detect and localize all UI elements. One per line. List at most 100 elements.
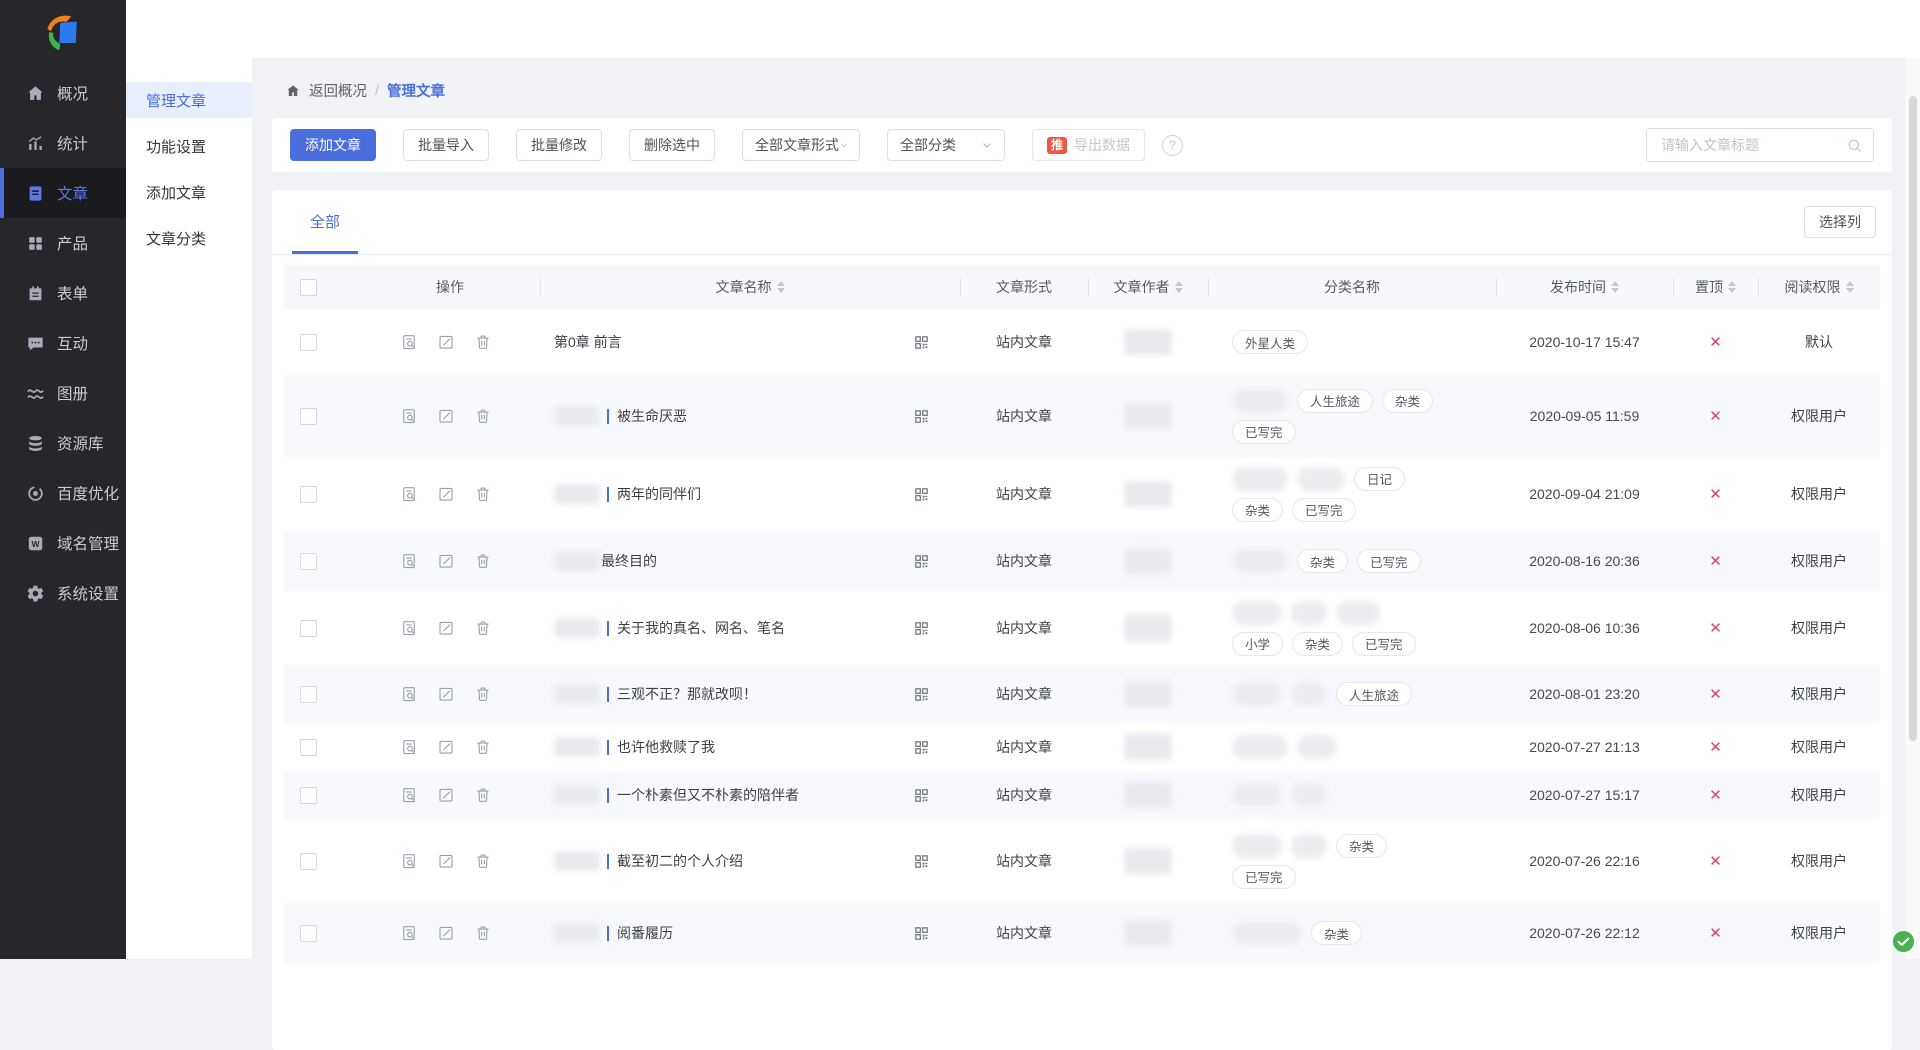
submenu-item-3[interactable]: 添加文章	[126, 174, 252, 210]
article-title: 三观不正？那就改呗！	[617, 684, 757, 704]
select-all-checkbox[interactable]	[300, 279, 317, 296]
row-actions-cell	[360, 903, 540, 963]
qr-code-icon[interactable]	[913, 334, 930, 351]
sort-carets-icon[interactable]	[1846, 281, 1854, 293]
preview-icon[interactable]	[400, 685, 418, 703]
delete-icon[interactable]	[474, 685, 492, 703]
preview-icon[interactable]	[400, 485, 418, 503]
safety-check-badge-icon[interactable]	[1892, 930, 1915, 953]
preview-icon[interactable]	[400, 738, 418, 756]
edit-icon[interactable]	[437, 852, 455, 870]
sort-carets-icon[interactable]	[1728, 281, 1736, 293]
qr-code-icon[interactable]	[913, 486, 930, 503]
qr-code-icon[interactable]	[913, 739, 930, 756]
sidebar-item-8[interactable]: 资源库	[0, 418, 126, 468]
edit-icon[interactable]	[437, 552, 455, 570]
scrollbar-thumb[interactable]	[1909, 96, 1917, 741]
row-checkbox[interactable]	[300, 620, 317, 637]
row-select-cell	[284, 591, 360, 665]
preview-icon[interactable]	[400, 852, 418, 870]
redacted-text	[554, 684, 600, 704]
qr-code-icon[interactable]	[913, 686, 930, 703]
submenu-item-1[interactable]: 管理文章	[126, 82, 252, 118]
edit-icon[interactable]	[437, 407, 455, 425]
delete-icon[interactable]	[474, 552, 492, 570]
help-icon[interactable]: ?	[1162, 135, 1183, 156]
article-title: 最终目的	[601, 551, 657, 571]
qr-code-icon[interactable]	[913, 620, 930, 637]
sidebar-item-1[interactable]: 概况	[0, 68, 126, 118]
delete-icon[interactable]	[474, 407, 492, 425]
delete-icon[interactable]	[474, 924, 492, 942]
qr-code-icon[interactable]	[913, 787, 930, 804]
batch-edit-button[interactable]: 批量修改	[516, 129, 602, 161]
article-form-filter-select[interactable]: 全部文章形式	[742, 129, 860, 161]
qr-code-icon[interactable]	[913, 925, 930, 942]
row-checkbox[interactable]	[300, 553, 317, 570]
preview-icon[interactable]	[400, 619, 418, 637]
batch-import-button[interactable]: 批量导入	[403, 129, 489, 161]
row-checkbox[interactable]	[300, 853, 317, 870]
app-logo-icon[interactable]	[41, 10, 85, 54]
edit-icon[interactable]	[437, 924, 455, 942]
sidebar-item-2[interactable]: 统计	[0, 118, 126, 168]
edit-icon[interactable]	[437, 786, 455, 804]
category-filter-select[interactable]: 全部分类	[887, 129, 1005, 161]
tab-all[interactable]: 全部	[292, 190, 358, 253]
qr-code-icon[interactable]	[913, 553, 930, 570]
delete-icon[interactable]	[474, 738, 492, 756]
export-data-button[interactable]: 推 导出数据	[1032, 129, 1145, 161]
edit-icon[interactable]	[437, 685, 455, 703]
preview-icon[interactable]	[400, 552, 418, 570]
edit-icon[interactable]	[437, 738, 455, 756]
read-permission-cell: 权限用户	[1758, 819, 1880, 903]
delete-selected-button[interactable]: 删除选中	[629, 129, 715, 161]
preview-icon[interactable]	[400, 786, 418, 804]
row-checkbox[interactable]	[300, 486, 317, 503]
submenu-item-4[interactable]: 文章分类	[126, 220, 252, 256]
delete-icon[interactable]	[474, 619, 492, 637]
sidebar-item-11[interactable]: 系统设置	[0, 568, 126, 618]
sidebar-item-3[interactable]: 文章	[0, 168, 126, 218]
row-checkbox[interactable]	[300, 334, 317, 351]
row-actions-cell	[360, 531, 540, 591]
submenu-item-2[interactable]: 功能设置	[126, 128, 252, 164]
sort-carets-icon[interactable]	[777, 281, 785, 293]
sidebar-item-9[interactable]: 百度优化	[0, 468, 126, 518]
qr-code-icon[interactable]	[913, 853, 930, 870]
delete-icon[interactable]	[474, 485, 492, 503]
preview-icon[interactable]	[400, 333, 418, 351]
preview-icon[interactable]	[400, 407, 418, 425]
redacted-tag	[1232, 389, 1288, 413]
row-checkbox[interactable]	[300, 686, 317, 703]
column-header: 分类名称	[1208, 265, 1496, 309]
sidebar-item-10[interactable]: W域名管理	[0, 518, 126, 568]
sidebar-item-5[interactable]: 表单	[0, 268, 126, 318]
sort-carets-icon[interactable]	[1175, 281, 1183, 293]
row-checkbox[interactable]	[300, 739, 317, 756]
edit-icon[interactable]	[437, 485, 455, 503]
choose-columns-button[interactable]: 选择列	[1804, 206, 1876, 238]
row-checkbox[interactable]	[300, 787, 317, 804]
row-select-cell	[284, 723, 360, 771]
delete-icon[interactable]	[474, 333, 492, 351]
sidebar-item-7[interactable]: 图册	[0, 368, 126, 418]
breadcrumb-back-link[interactable]: 返回概况	[309, 80, 367, 101]
edit-icon[interactable]	[437, 619, 455, 637]
sidebar-item-4[interactable]: 产品	[0, 218, 126, 268]
preview-icon[interactable]	[400, 924, 418, 942]
sidebar-item-label: 互动	[57, 332, 88, 354]
delete-icon[interactable]	[474, 786, 492, 804]
sort-carets-icon[interactable]	[1611, 281, 1619, 293]
category-tag: 人生旅途	[1297, 389, 1373, 413]
tag-line: 杂类	[1232, 834, 1387, 858]
row-checkbox[interactable]	[300, 408, 317, 425]
row-checkbox[interactable]	[300, 925, 317, 942]
add-article-button[interactable]: 添加文章	[290, 129, 376, 161]
delete-icon[interactable]	[474, 852, 492, 870]
qr-code-icon[interactable]	[913, 408, 930, 425]
sidebar-item-6[interactable]: 互动	[0, 318, 126, 368]
edit-icon[interactable]	[437, 333, 455, 351]
search-input[interactable]	[1659, 136, 1838, 154]
search-icon[interactable]	[1846, 137, 1863, 154]
